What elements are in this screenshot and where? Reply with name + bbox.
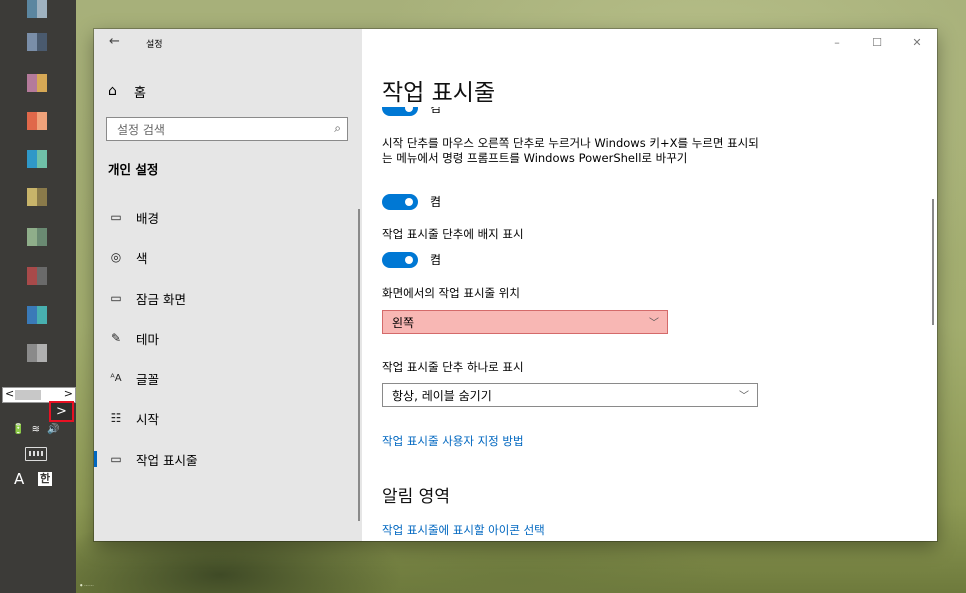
settings-sidebar: ← 설정 ⌂ 홈 ⌕ 개인 설정 ▭ 배경 ◎ 색 ▭ 잠금 화면 ✎ 테마 ᴬ… — [94, 29, 362, 541]
sidebar-item-start[interactable]: ☷ 시작 — [94, 404, 362, 432]
partially-scrolled-toggle: 켬 — [382, 107, 482, 117]
palette-icon: ◎ — [110, 250, 122, 264]
theme-brush-icon: ✎ — [110, 331, 122, 345]
sidebar-item-label: 시작 — [136, 411, 160, 427]
sidebar-item-label: 작업 표시줄 — [136, 452, 198, 468]
lock-screen-icon: ▭ — [110, 291, 122, 305]
taskbar-app-icon[interactable] — [27, 0, 47, 18]
taskbar-location-dropdown[interactable]: 왼쪽 ﹀ — [382, 310, 668, 334]
toggle-row-powershell: 켬 — [382, 193, 441, 210]
sidebar-item-themes[interactable]: ✎ 테마 — [94, 324, 362, 352]
taskbar-app-icon[interactable] — [27, 267, 47, 285]
chevron-down-icon: ﹀ — [649, 318, 659, 329]
start-menu-icon: ☷ — [110, 411, 122, 425]
customize-taskbar-link[interactable]: 작업 표시줄 사용자 지정 방법 — [382, 433, 524, 449]
combine-buttons-dropdown[interactable]: 항상, 레이블 숨기기 ﹀ — [382, 383, 758, 407]
scroll-right-arrow-icon[interactable]: > — [64, 387, 73, 401]
sidebar-item-background[interactable]: ▭ 배경 — [94, 203, 362, 231]
sidebar-item-label: 잠금 화면 — [136, 291, 186, 307]
taskbar-app-icon[interactable] — [27, 74, 47, 92]
system-tray-icons[interactable]: 🔋 ≋ 🔊 — [12, 424, 62, 435]
settings-search-box[interactable]: ⌕ — [106, 117, 348, 141]
setting-label-combine: 작업 표시줄 단추 하나로 표시 — [382, 360, 524, 374]
taskbar: < > > 🔋 ≋ 🔊 A 한 — [0, 0, 76, 593]
back-arrow-icon[interactable]: ← — [109, 34, 120, 49]
tray-overflow-chevron-icon[interactable]: > — [49, 401, 74, 422]
desktop-footer-text: ⦁ ⋯⋯ — [80, 583, 95, 589]
search-icon[interactable]: ⌕ — [334, 121, 341, 136]
sidebar-scrollbar[interactable] — [358, 209, 360, 521]
home-icon: ⌂ — [108, 83, 117, 99]
font-icon: ᴬA — [110, 372, 122, 384]
toggle-switch-powershell[interactable] — [382, 193, 418, 210]
taskbar-app-icon[interactable] — [27, 344, 47, 362]
sidebar-item-colors[interactable]: ◎ 색 — [94, 243, 362, 271]
ime-hangul-mode-icon[interactable]: 한 — [38, 472, 52, 486]
background-image-icon: ▭ — [110, 210, 122, 224]
toggle-row-badges: 켬 — [382, 251, 441, 268]
home-nav-item[interactable]: ⌂ 홈 — [108, 81, 146, 101]
setting-label-powershell: 시작 단추를 마우스 오른쪽 단추로 누르거나 Windows 키+X를 누르면… — [382, 136, 759, 165]
sidebar-item-label: 배경 — [136, 210, 160, 226]
app-title: 설정 — [146, 40, 163, 50]
toggle-switch-badges[interactable] — [382, 251, 418, 268]
taskbar-app-icon[interactable] — [27, 188, 47, 206]
settings-search-input[interactable] — [115, 119, 319, 141]
sidebar-item-label: 테마 — [136, 331, 160, 347]
chevron-down-icon: ﹀ — [739, 391, 749, 402]
sidebar-item-lock-screen[interactable]: ▭ 잠금 화면 — [94, 284, 362, 312]
scroll-left-arrow-icon[interactable]: < — [5, 387, 14, 401]
sidebar-item-label: 글꼴 — [136, 371, 160, 387]
taskbar-app-icon[interactable] — [27, 228, 47, 246]
ime-language-indicator[interactable]: A — [14, 470, 24, 488]
section-label-personalization: 개인 설정 — [108, 162, 159, 177]
touch-keyboard-icon[interactable] — [25, 447, 47, 461]
taskbar-app-icon[interactable] — [27, 112, 47, 130]
taskbar-app-icon[interactable] — [27, 306, 47, 324]
sidebar-item-taskbar[interactable]: ▭ 작업 표시줄 — [94, 445, 362, 473]
taskbar-app-icon[interactable] — [27, 150, 47, 168]
select-taskbar-icons-link[interactable]: 작업 표시줄에 표시할 아이콘 선택 — [382, 522, 545, 538]
content-scrollbar[interactable] — [932, 199, 934, 325]
taskbar-icon: ▭ — [110, 452, 122, 466]
toggle-state-label: 켬 — [430, 107, 442, 115]
home-label: 홈 — [134, 85, 146, 101]
toggle-state-label: 켬 — [430, 195, 442, 209]
taskbar-app-icon[interactable] — [27, 33, 47, 51]
settings-window: ← 설정 ⌂ 홈 ⌕ 개인 설정 ▭ 배경 ◎ 색 ▭ 잠금 화면 ✎ 테마 ᴬ… — [94, 29, 937, 541]
toggle-state-label: 켬 — [430, 253, 442, 267]
dropdown-value: 왼쪽 — [392, 315, 415, 330]
toggle-switch[interactable] — [382, 107, 418, 116]
settings-content: 작업 표시줄 켬 시작 단추를 마우스 오른쪽 단추로 누르거나 Windows… — [362, 29, 937, 541]
setting-label-badges: 작업 표시줄 단추에 배지 표시 — [382, 227, 524, 241]
scrollbar-thumb[interactable] — [15, 390, 41, 400]
dropdown-value: 항상, 레이블 숨기기 — [392, 388, 492, 403]
sidebar-item-fonts[interactable]: ᴬA 글꼴 — [94, 364, 362, 392]
page-title: 작업 표시줄 — [382, 80, 496, 106]
section-title-notification-area: 알림 영역 — [382, 487, 450, 507]
sidebar-item-label: 색 — [136, 250, 148, 266]
setting-label-location: 화면에서의 작업 표시줄 위치 — [382, 286, 520, 300]
